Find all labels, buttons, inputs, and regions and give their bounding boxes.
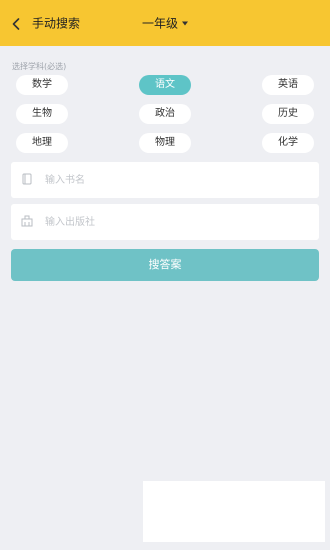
- subject-chip-english[interactable]: 英语: [262, 75, 314, 95]
- back-arrow-icon: [12, 18, 20, 30]
- book-name-field: [11, 162, 319, 198]
- book-icon: [22, 173, 32, 185]
- grade-label: 一年级: [142, 16, 179, 31]
- subject-chip-chinese[interactable]: 语文: [139, 75, 191, 95]
- back-button[interactable]: [8, 16, 24, 32]
- subject-chip-math[interactable]: 数学: [16, 75, 68, 95]
- subject-chip-biology[interactable]: 生物: [16, 104, 68, 124]
- caret-down-icon: [182, 21, 189, 25]
- subject-chip-politics[interactable]: 政治: [139, 104, 191, 124]
- subject-section-label: 选择学科(必选): [12, 62, 67, 71]
- publisher-field: [11, 204, 319, 240]
- top-bar: 手动搜索 一年级: [0, 0, 330, 46]
- publisher-input[interactable]: [45, 204, 305, 240]
- search-answer-button[interactable]: 搜答案: [11, 249, 319, 281]
- building-icon: [21, 215, 33, 227]
- page-title: 手动搜索: [32, 16, 81, 31]
- subject-chip-geography[interactable]: 地理: [16, 133, 68, 153]
- subject-chip-chemistry[interactable]: 化学: [262, 133, 314, 153]
- subject-chip-history[interactable]: 历史: [262, 104, 314, 124]
- grade-dropdown[interactable]: 一年级: [142, 15, 189, 32]
- subject-chip-physics[interactable]: 物理: [139, 133, 191, 153]
- bottom-overlay-panel: [143, 481, 325, 542]
- book-name-input[interactable]: [45, 162, 305, 198]
